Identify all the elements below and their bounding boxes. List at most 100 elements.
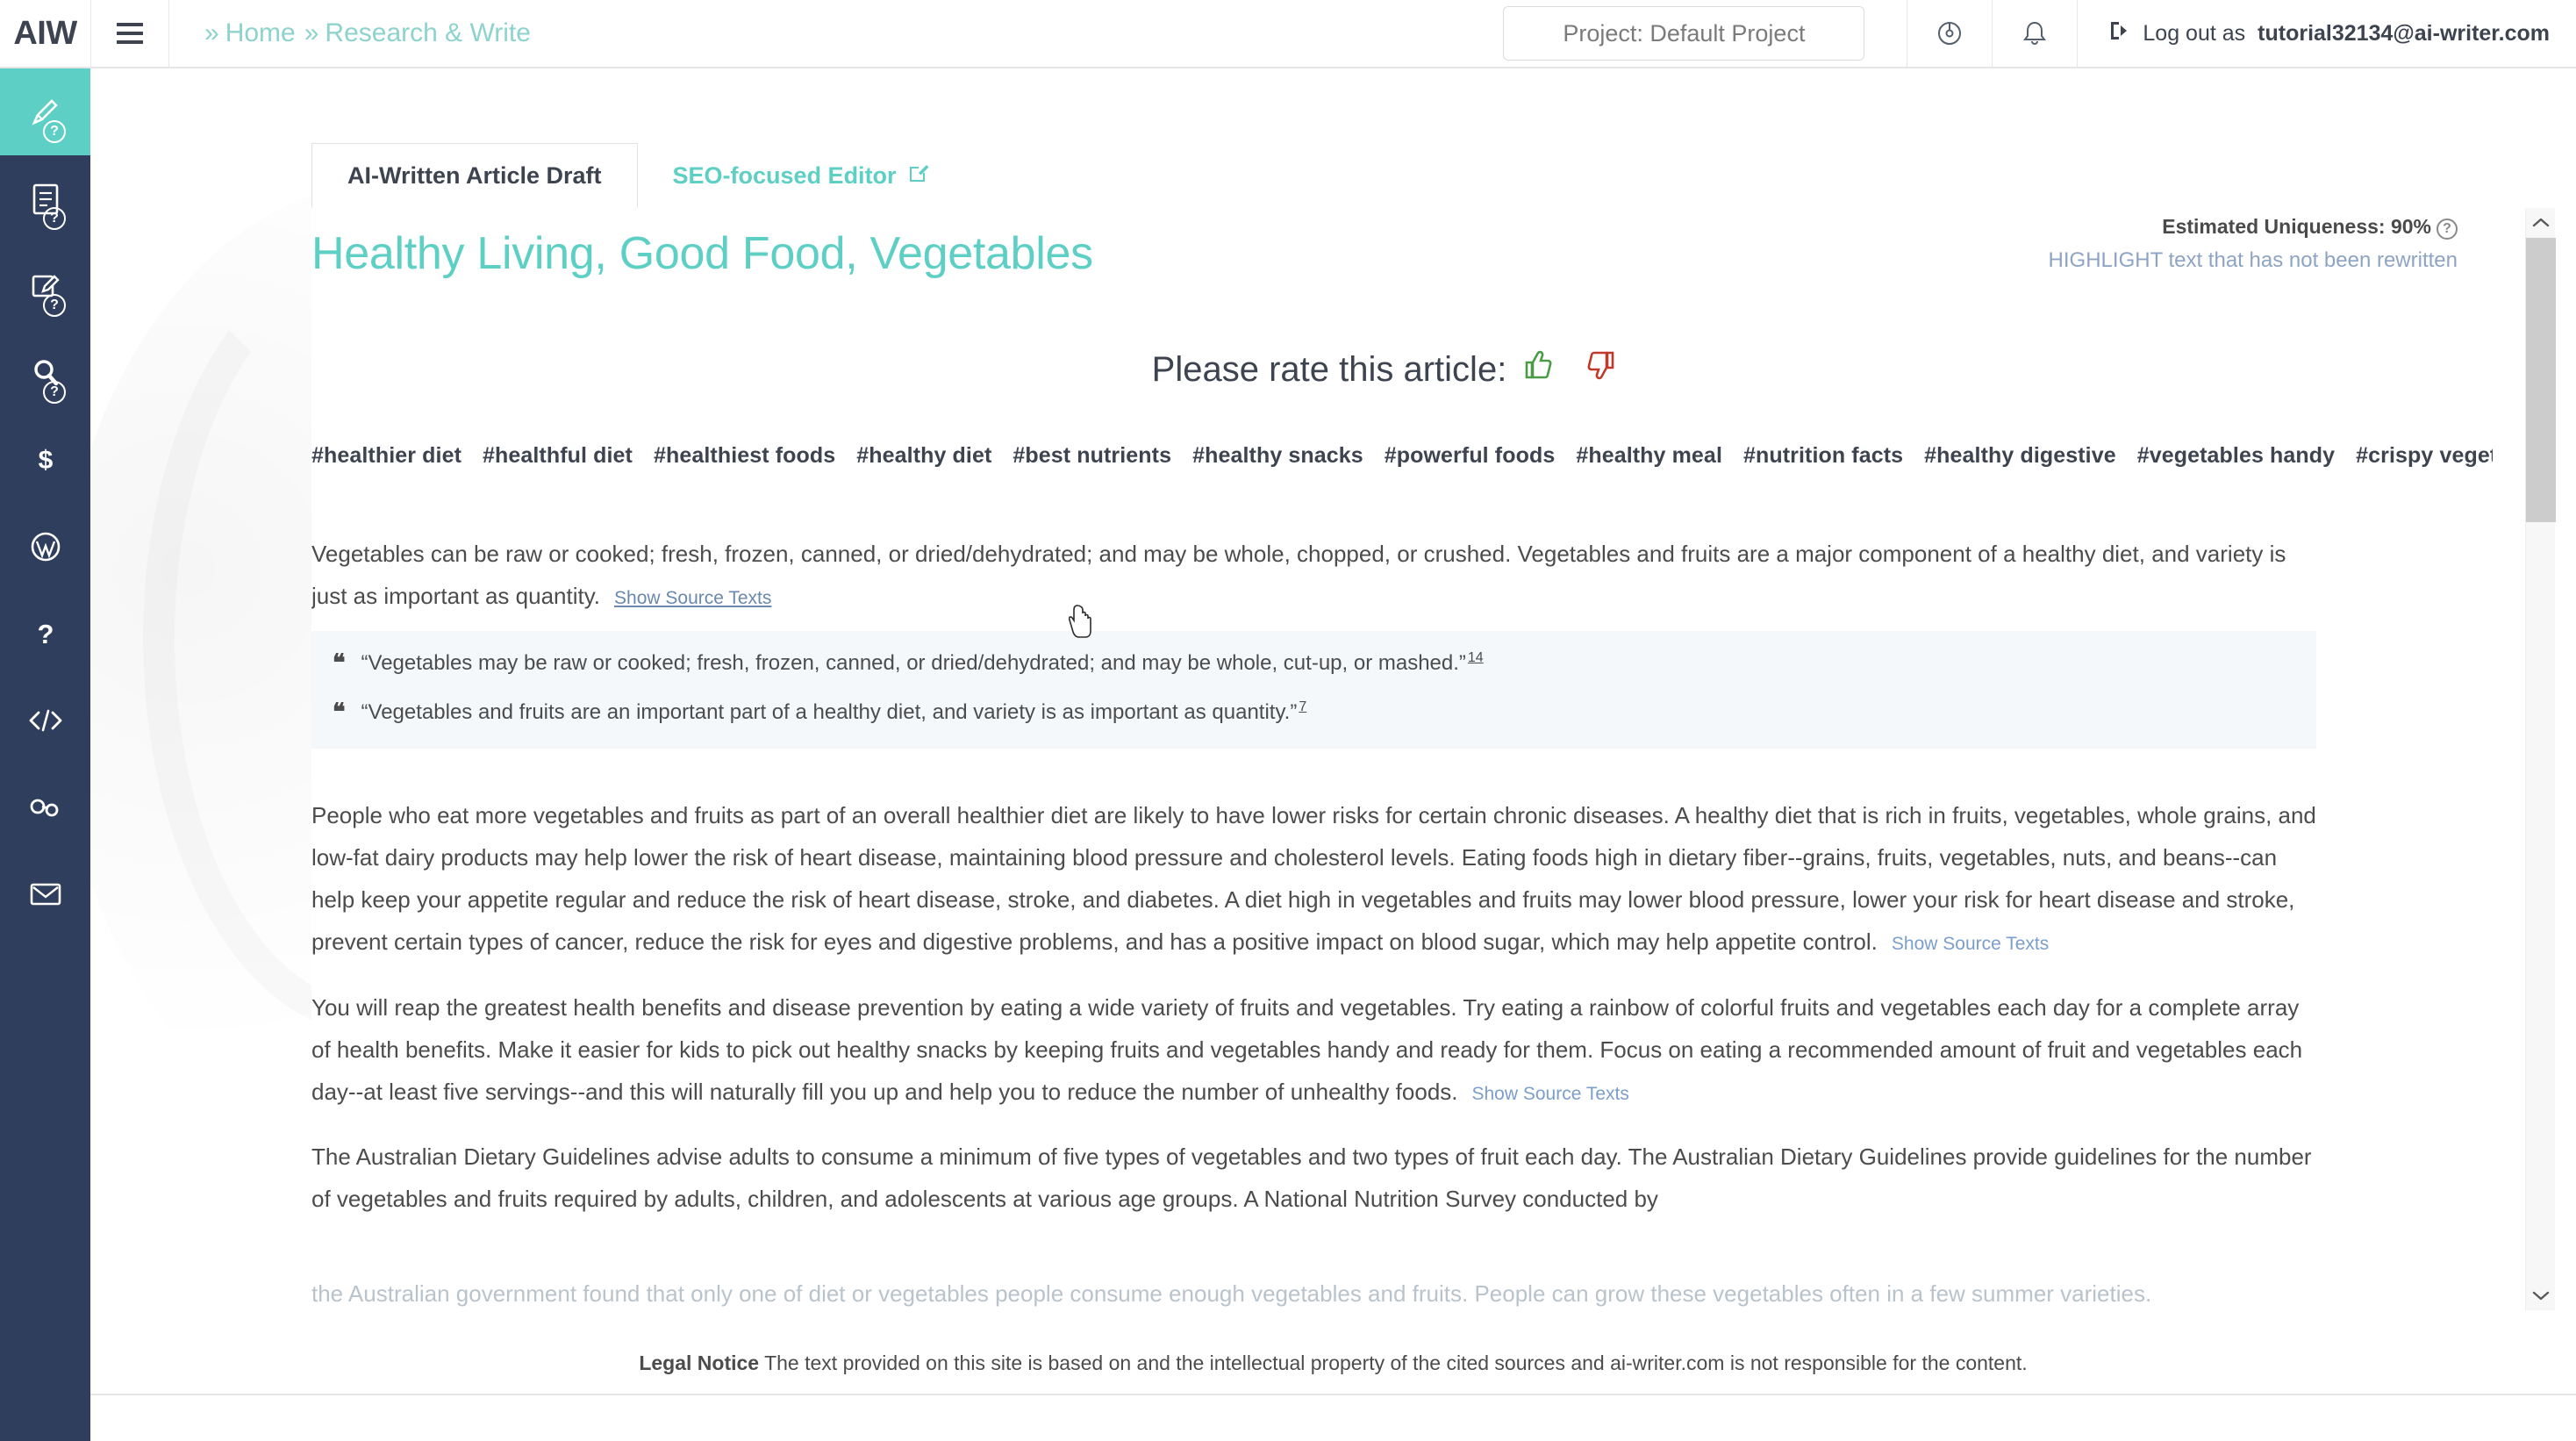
paragraph-text: People who eat more vegetables and fruit…: [311, 802, 2316, 956]
sidebar-item-api[interactable]: [0, 677, 90, 764]
article-scrollbar[interactable]: [2525, 208, 2556, 1310]
sidebar-badge-help[interactable]: ?: [43, 120, 66, 143]
hamburger-menu-icon[interactable]: [91, 0, 168, 67]
show-source-texts-link[interactable]: Show Source Texts: [1472, 1084, 1629, 1104]
footer-divider: [90, 1394, 2576, 1395]
hashtag[interactable]: #nutrition facts: [1743, 443, 1903, 468]
scroll-up-button[interactable]: [2526, 208, 2556, 238]
paragraph: The Australian Dietary Guidelines advise…: [311, 1136, 2316, 1220]
highlight-not-rewritten-link[interactable]: HIGHLIGHT text that has not been rewritt…: [2049, 248, 2458, 273]
uniqueness-help-icon[interactable]: ?: [2436, 219, 2458, 240]
quote-mark-icon: ❝: [333, 699, 346, 726]
sidebar: ? ? ? ? $ ?: [0, 68, 90, 1441]
breadcrumb-item-research-write[interactable]: Research & Write: [325, 18, 531, 48]
breadcrumb: » Home » Research & Write: [169, 0, 531, 67]
quote-mark-icon: ❝: [333, 649, 346, 677]
source-quotes-panel: ❝ “Vegetables may be raw or cooked; fres…: [311, 631, 2316, 749]
hashtag[interactable]: #powerful foods: [1385, 443, 1556, 468]
thumbs-up-icon[interactable]: [1522, 348, 1556, 391]
logout-icon: [2107, 19, 2130, 48]
link-icon: [27, 794, 64, 821]
paragraph: People who eat more vegetables and fruit…: [311, 794, 2316, 963]
project-selector[interactable]: Project: Default Project: [1503, 6, 1865, 61]
breadcrumb-separator-2: »: [304, 18, 319, 47]
external-edit-icon: [907, 161, 930, 190]
wordpress-icon: [28, 529, 63, 564]
quote-reference[interactable]: 14: [1468, 650, 1484, 665]
quote-item: ❝ “Vegetables may be raw or cooked; fres…: [333, 645, 2295, 682]
sidebar-item-wordpress[interactable]: [0, 503, 90, 590]
paragraph: You will reap the greatest health benefi…: [311, 986, 2316, 1113]
tab-bar: AI-Written Article Draft SEO-focused Edi…: [311, 143, 965, 208]
paragraph-text: You will reap the greatest health benefi…: [311, 993, 2303, 1105]
paragraph-text: Vegetables can be raw or cooked; fresh, …: [311, 541, 2286, 610]
quote-body: “Vegetables and fruits are an important …: [361, 700, 1298, 725]
legal-notice-text: The text provided on this site is based …: [764, 1351, 2028, 1374]
hashtag[interactable]: #healthiest foods: [654, 443, 835, 468]
help-circle-icon[interactable]: [1907, 0, 1992, 67]
tab-seo-focused-editor[interactable]: SEO-focused Editor: [638, 143, 965, 208]
quote-reference[interactable]: 7: [1299, 699, 1306, 714]
hashtag[interactable]: #healthy digestive: [1924, 443, 2116, 468]
sidebar-item-research[interactable]: ?: [0, 329, 90, 416]
uniqueness-label: Estimated Uniqueness: 90%: [2162, 215, 2431, 238]
article-title: Healthy Living, Good Food, Vegetables: [311, 228, 1093, 279]
hashtag[interactable]: #healthful diet: [483, 443, 633, 468]
logout-email: tutorial32134@ai-writer.com: [2258, 20, 2550, 46]
logout-button[interactable]: Log out as tutorial32134@ai-writer.com: [2078, 0, 2576, 67]
legal-notice: Legal Notice The text provided on this s…: [90, 1351, 2576, 1375]
question-mark-icon: ?: [34, 617, 57, 650]
sidebar-item-write-article[interactable]: ?: [0, 68, 90, 155]
hashtag[interactable]: #best nutrients: [1013, 443, 1171, 468]
hashtag[interactable]: #healthy diet: [856, 443, 991, 468]
quote-body: “Vegetables may be raw or cooked; fresh,…: [361, 651, 1466, 676]
article-body: Vegetables can be raw or cooked; fresh, …: [311, 533, 2316, 1243]
show-source-texts-link[interactable]: Show Source Texts: [614, 588, 771, 608]
tab-label: AI-Written Article Draft: [347, 162, 602, 189]
envelope-icon: [28, 880, 63, 908]
svg-text:?: ?: [37, 619, 54, 649]
thumbs-down-icon[interactable]: [1584, 348, 1617, 391]
hashtag[interactable]: #healthy meal: [1576, 443, 1722, 468]
sidebar-item-editor[interactable]: ?: [0, 242, 90, 329]
svg-text:$: $: [38, 446, 53, 475]
hashtag-list: #healthier diet #healthful diet #healthies…: [311, 438, 2493, 474]
uniqueness-block: Estimated Uniqueness: 90%? HIGHLIGHT tex…: [2049, 215, 2458, 273]
sidebar-item-billing[interactable]: $: [0, 416, 90, 503]
tab-ai-written-article-draft[interactable]: AI-Written Article Draft: [311, 143, 638, 208]
quote-item: ❝ “Vegetables and fruits are an importan…: [333, 694, 2295, 731]
app-logo[interactable]: AIW: [0, 0, 90, 67]
sidebar-item-help[interactable]: ?: [0, 590, 90, 677]
tab-label: SEO-focused Editor: [672, 161, 897, 189]
dollar-icon: $: [32, 443, 59, 477]
hashtag[interactable]: #crispy vegetables: [2356, 443, 2493, 468]
logout-label: Log out as: [2143, 20, 2246, 46]
sidebar-badge-help[interactable]: ?: [43, 207, 66, 230]
hashtag[interactable]: #healthier diet: [311, 443, 462, 468]
scroll-down-button[interactable]: [2526, 1280, 2556, 1310]
code-icon: [26, 707, 65, 734]
hashtag[interactable]: #vegetables handy: [2137, 443, 2335, 468]
breadcrumb-separator-1: »: [204, 18, 219, 47]
top-bar: AIW » Home » Research & Write Project: D…: [0, 0, 2576, 68]
article-panel: Estimated Uniqueness: 90%? HIGHLIGHT tex…: [311, 208, 2493, 1310]
sidebar-badge-help[interactable]: ?: [43, 381, 66, 404]
rate-label: Please rate this article:: [1151, 349, 1507, 389]
breadcrumb-item-home[interactable]: Home: [225, 18, 296, 48]
paragraph-text: The Australian Dietary Guidelines advise…: [311, 1143, 2312, 1212]
show-source-texts-link[interactable]: Show Source Texts: [1892, 934, 2049, 954]
rating-row: Please rate this article:: [311, 348, 2458, 391]
sidebar-item-documents[interactable]: ?: [0, 155, 90, 242]
legal-notice-label: Legal Notice: [639, 1351, 760, 1374]
paragraph-cut-off: the Australian government found that onl…: [311, 1280, 2152, 1307]
paragraph: Vegetables can be raw or cooked; fresh, …: [311, 533, 2316, 617]
main-content: AI-Written Article Draft SEO-focused Edi…: [90, 68, 2576, 1441]
bell-icon[interactable]: [1993, 0, 2077, 67]
sidebar-item-affiliate[interactable]: [0, 764, 90, 850]
sidebar-item-contact[interactable]: [0, 850, 90, 937]
scrollbar-thumb[interactable]: [2526, 238, 2556, 522]
sidebar-badge-help[interactable]: ?: [43, 294, 66, 317]
hashtag[interactable]: #healthy snacks: [1192, 443, 1363, 468]
